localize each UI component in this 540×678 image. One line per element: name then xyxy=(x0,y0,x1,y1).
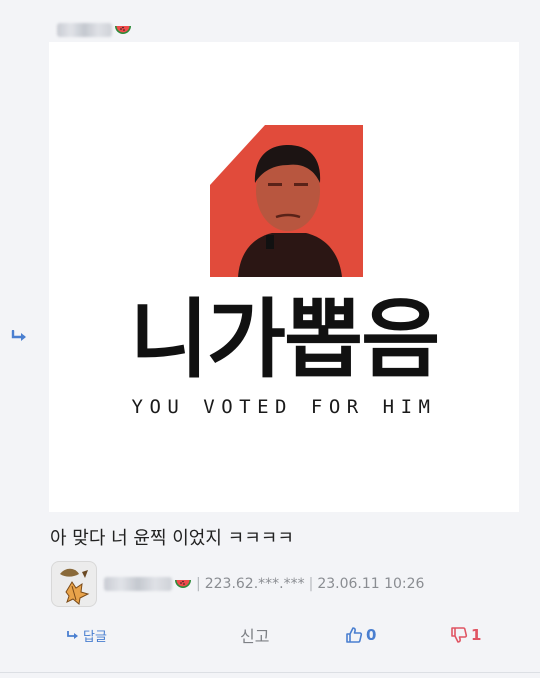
reply-arrow-icon xyxy=(11,330,26,341)
report-label: 신고 xyxy=(240,627,270,646)
separator: | xyxy=(196,576,201,592)
red-logo-portrait xyxy=(210,125,363,277)
thumbs-down-icon xyxy=(451,627,468,643)
report-button[interactable]: 신고 xyxy=(240,622,269,648)
comment-ip: 223.62.***.*** xyxy=(204,576,305,592)
comment-actions: 답글 신고 0 1 xyxy=(0,622,540,648)
reply-label: 답글 xyxy=(83,629,107,645)
dislike-button[interactable]: 1 xyxy=(450,622,481,648)
watermelon-icon xyxy=(115,26,131,34)
comment-meta: | 223.62.***.*** | 23.06.11 10:26 xyxy=(104,573,424,595)
avatar[interactable] xyxy=(51,561,97,607)
like-button[interactable]: 0 xyxy=(345,622,376,648)
comment-text: 아 맞다 너 윤찍 이었지 ㅋㅋㅋㅋ xyxy=(50,528,294,549)
like-count: 0 xyxy=(366,626,377,644)
separator: | xyxy=(308,576,314,592)
image-title: 니가뽑음 xyxy=(129,290,440,390)
dislike-count: 1 xyxy=(471,626,482,644)
thumbs-up-icon xyxy=(346,627,363,643)
watermelon-icon xyxy=(175,580,191,588)
comment-date: 23.06.11 10:26 xyxy=(317,576,425,592)
image-subtitle: YOU VOTED FOR HIM xyxy=(131,396,437,418)
autumn-leaves-icon xyxy=(60,568,90,605)
author-name-blurred xyxy=(57,23,112,37)
commenter-name-blurred[interactable] xyxy=(104,577,172,591)
reply-icon xyxy=(67,630,78,639)
post-image: 니가뽑음 YOU VOTED FOR HIM xyxy=(49,42,519,512)
post-author[interactable] xyxy=(57,20,132,40)
reply-button[interactable]: 답글 xyxy=(66,622,107,648)
divider xyxy=(0,672,540,673)
